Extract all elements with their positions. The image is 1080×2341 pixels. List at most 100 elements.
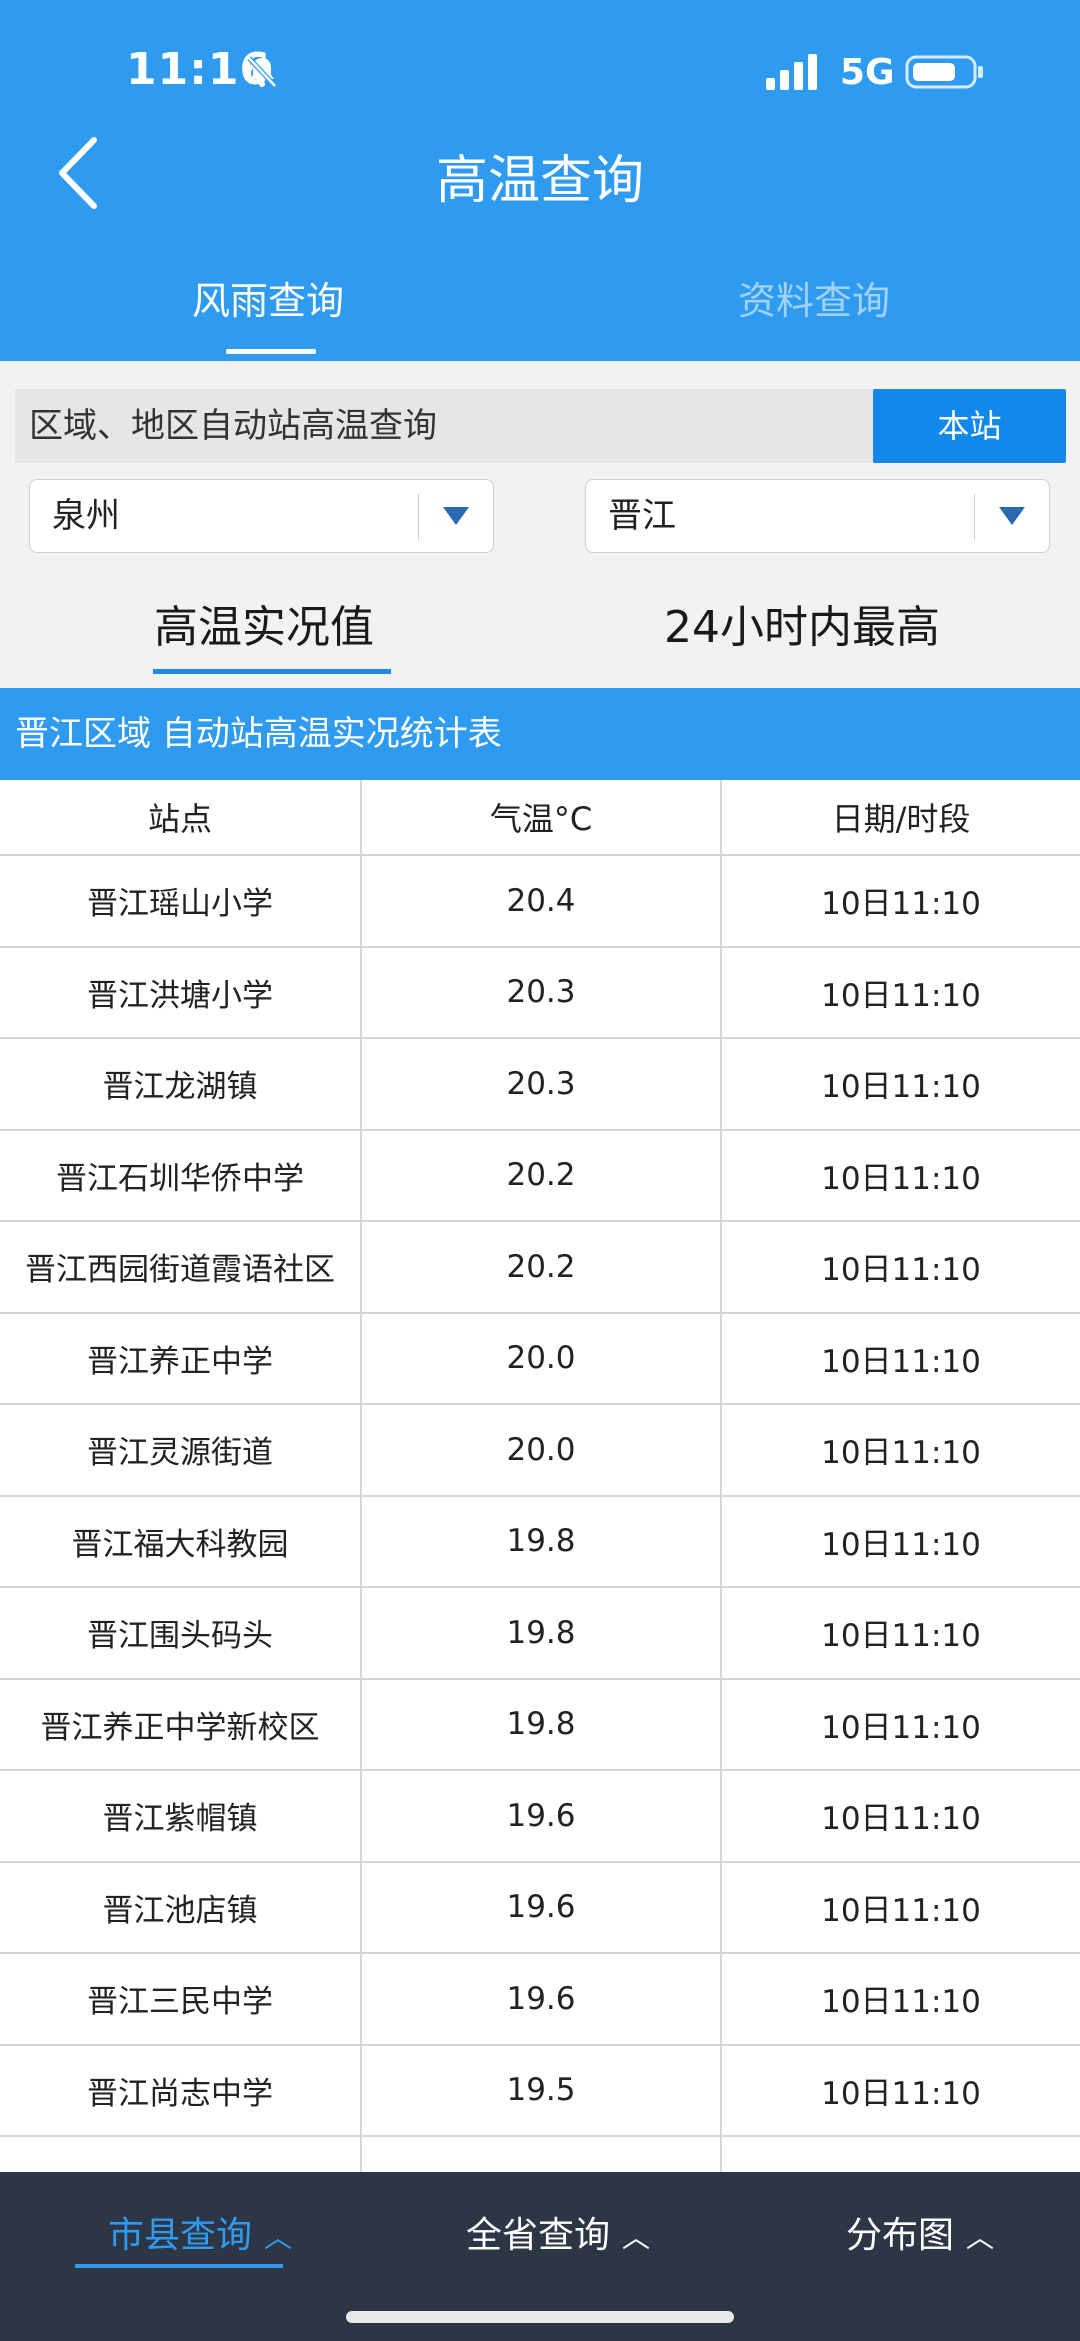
select-divider: [974, 494, 975, 540]
cell-datetime: 10日11:10: [821, 1526, 981, 1563]
cell-temperature: 19.8: [362, 1588, 722, 1678]
nav-label: 市县查询: [108, 2215, 253, 2256]
cell-station: 晋江洪塘小学: [0, 947, 362, 1037]
network-type: 5G: [840, 52, 895, 93]
table-row[interactable]: 晋江围头码头 19.8 10日11:10: [0, 1588, 1080, 1680]
subtab-24h-max[interactable]: 24小时内最高: [664, 591, 940, 655]
column-header-temperature: 气温°C: [362, 780, 722, 854]
cell-temperature: 19.6: [362, 1771, 722, 1861]
tab-data-query[interactable]: 资料查询: [738, 270, 890, 325]
cell-temperature: 19.8: [362, 1496, 722, 1586]
cell-datetime: 10日11:10: [821, 886, 981, 923]
cell-station: 晋江紫帽镇: [0, 1771, 362, 1861]
column-header-station: 站点: [0, 780, 362, 854]
column-header-datetime: 日期/时段: [831, 800, 971, 838]
cell-temperature: 20.4: [362, 856, 722, 946]
table-row[interactable]: 晋江养正中学新校区 19.8 10日11:10: [0, 1679, 1080, 1771]
cell-empty: [722, 2137, 1080, 2172]
chevron-up-icon: ︿: [264, 2221, 293, 2254]
station-button[interactable]: 本站: [873, 389, 1066, 463]
table-row[interactable]: 晋江洪塘小学 20.3 10日11:10: [0, 947, 1080, 1039]
cell-station: 晋江养正中学: [0, 1313, 362, 1403]
query-panel: 区域、地区自动站高温查询 本站 泉州 晋江 高温实况值 24小时内最高: [0, 361, 1080, 688]
cell-datetime: 10日11:10: [821, 1435, 981, 1472]
cell-temperature: 20.0: [362, 1313, 722, 1403]
cell-temperature: 19.6: [362, 1954, 722, 2044]
cell-station: 晋江西园街道霞语社区: [0, 1222, 362, 1312]
table-title: 晋江区域 自动站高温实况统计表: [0, 688, 1080, 780]
cell-station: 晋江三民中学: [0, 1954, 362, 2044]
home-indicator[interactable]: [346, 2311, 734, 2323]
page-title: 高温查询: [435, 151, 644, 211]
table-row[interactable]: 晋江瑶山小学 20.4 10日11:10: [0, 856, 1080, 948]
cell-datetime: 10日11:10: [821, 2075, 981, 2112]
nav-province-query[interactable]: 全省查询 ︿: [466, 2206, 650, 2258]
dropdown-arrow-icon: [999, 507, 1025, 525]
cell-datetime: 10日11:10: [821, 1069, 981, 1106]
table-row[interactable]: 晋江龙湖镇 20.3 10日11:10: [0, 1039, 1080, 1131]
cell-empty: [0, 2137, 362, 2172]
table-row[interactable]: 晋江三民中学 19.6 10日11:10: [0, 1954, 1080, 2046]
nav-city-county-query[interactable]: 市县查询 ︿: [108, 2206, 292, 2258]
cell-temperature: 19.8: [362, 1679, 722, 1769]
table-row-partial: [0, 2137, 1080, 2172]
subtab-active-indicator: [153, 669, 391, 674]
cell-station: 晋江池店镇: [0, 1862, 362, 1952]
cell-datetime: 10日11:10: [821, 1343, 981, 1380]
table-row[interactable]: 晋江西园街道霞语社区 20.2 10日11:10: [0, 1222, 1080, 1314]
select-divider: [418, 494, 419, 540]
table-row[interactable]: 晋江福大科教园 19.8 10日11:10: [0, 1496, 1080, 1588]
signal-icon: [766, 54, 817, 90]
district-select-value: 晋江: [608, 496, 676, 536]
dropdown-arrow-icon: [443, 507, 469, 525]
cell-datetime: 10日11:10: [821, 1618, 981, 1655]
battery-icon: [905, 55, 983, 89]
table-row[interactable]: 晋江尚志中学 19.5 10日11:10: [0, 2045, 1080, 2137]
cell-datetime: 10日11:10: [821, 1160, 981, 1197]
table-row[interactable]: 晋江石圳华侨中学 20.2 10日11:10: [0, 1130, 1080, 1222]
nav-active-indicator: [75, 2264, 283, 2268]
city-select-value: 泉州: [52, 496, 120, 536]
cell-station: 晋江福大科教园: [0, 1496, 362, 1586]
cell-station: 晋江养正中学新校区: [0, 1679, 362, 1769]
tab-wind-rain-query[interactable]: 风雨查询: [192, 270, 344, 325]
district-select[interactable]: 晋江: [585, 479, 1050, 553]
cell-station: 晋江围头码头: [0, 1588, 362, 1678]
cell-temperature: 19.6: [362, 1862, 722, 1952]
table-row[interactable]: 晋江池店镇 19.6 10日11:10: [0, 1862, 1080, 1954]
cell-temperature: 19.5: [362, 2045, 722, 2135]
cell-station: 晋江灵源街道: [0, 1405, 362, 1495]
tab-active-indicator: [226, 349, 316, 354]
cell-temperature: 20.2: [362, 1130, 722, 1220]
cell-datetime: 10日11:10: [821, 1801, 981, 1838]
query-label: 区域、地区自动站高温查询: [15, 389, 873, 463]
cell-datetime: 10日11:10: [821, 1984, 981, 2021]
cell-empty: [362, 2137, 722, 2172]
table-body: 晋江瑶山小学 20.4 10日11:10 晋江洪塘小学 20.3 10日11:10 晋江龙湖…: [0, 856, 1080, 2137]
cell-temperature: 20.3: [362, 947, 722, 1037]
cell-datetime: 10日11:10: [821, 1892, 981, 1929]
subtab-current-high-temp[interactable]: 高温实况值: [154, 591, 374, 655]
cell-temperature: 20.2: [362, 1222, 722, 1312]
nav-label: 全省查询: [466, 2215, 611, 2256]
cell-station: 晋江龙湖镇: [0, 1039, 362, 1129]
cell-temperature: 20.0: [362, 1405, 722, 1495]
cell-datetime: 10日11:10: [821, 977, 981, 1014]
cell-datetime: 10日11:10: [821, 1709, 981, 1746]
cell-temperature: 20.3: [362, 1039, 722, 1129]
chevron-up-icon: ︿: [966, 2221, 995, 2254]
nav-label: 分布图: [846, 2215, 955, 2256]
chevron-up-icon: ︿: [622, 2221, 651, 2254]
table-row[interactable]: 晋江养正中学 20.0 10日11:10: [0, 1313, 1080, 1405]
cell-datetime: 10日11:10: [821, 1252, 981, 1289]
table-row[interactable]: 晋江灵源街道 20.0 10日11:10: [0, 1405, 1080, 1497]
nav-distribution-map[interactable]: 分布图 ︿: [846, 2206, 994, 2258]
city-select[interactable]: 泉州: [29, 479, 494, 553]
bell-muted-icon: [247, 56, 277, 88]
cell-station: 晋江瑶山小学: [0, 856, 362, 946]
temperature-table[interactable]: 站点 气温°C 日期/时段 晋江瑶山小学 20.4 10日11:10 晋江洪塘小学 20…: [0, 780, 1080, 2172]
cell-station: 晋江尚志中学: [0, 2045, 362, 2135]
table-row[interactable]: 晋江紫帽镇 19.6 10日11:10: [0, 1771, 1080, 1863]
table-header-row: 站点 气温°C 日期/时段: [0, 780, 1080, 856]
app-header: 11:16 5G 高温查询 风雨查询 资料查询: [0, 0, 1080, 361]
